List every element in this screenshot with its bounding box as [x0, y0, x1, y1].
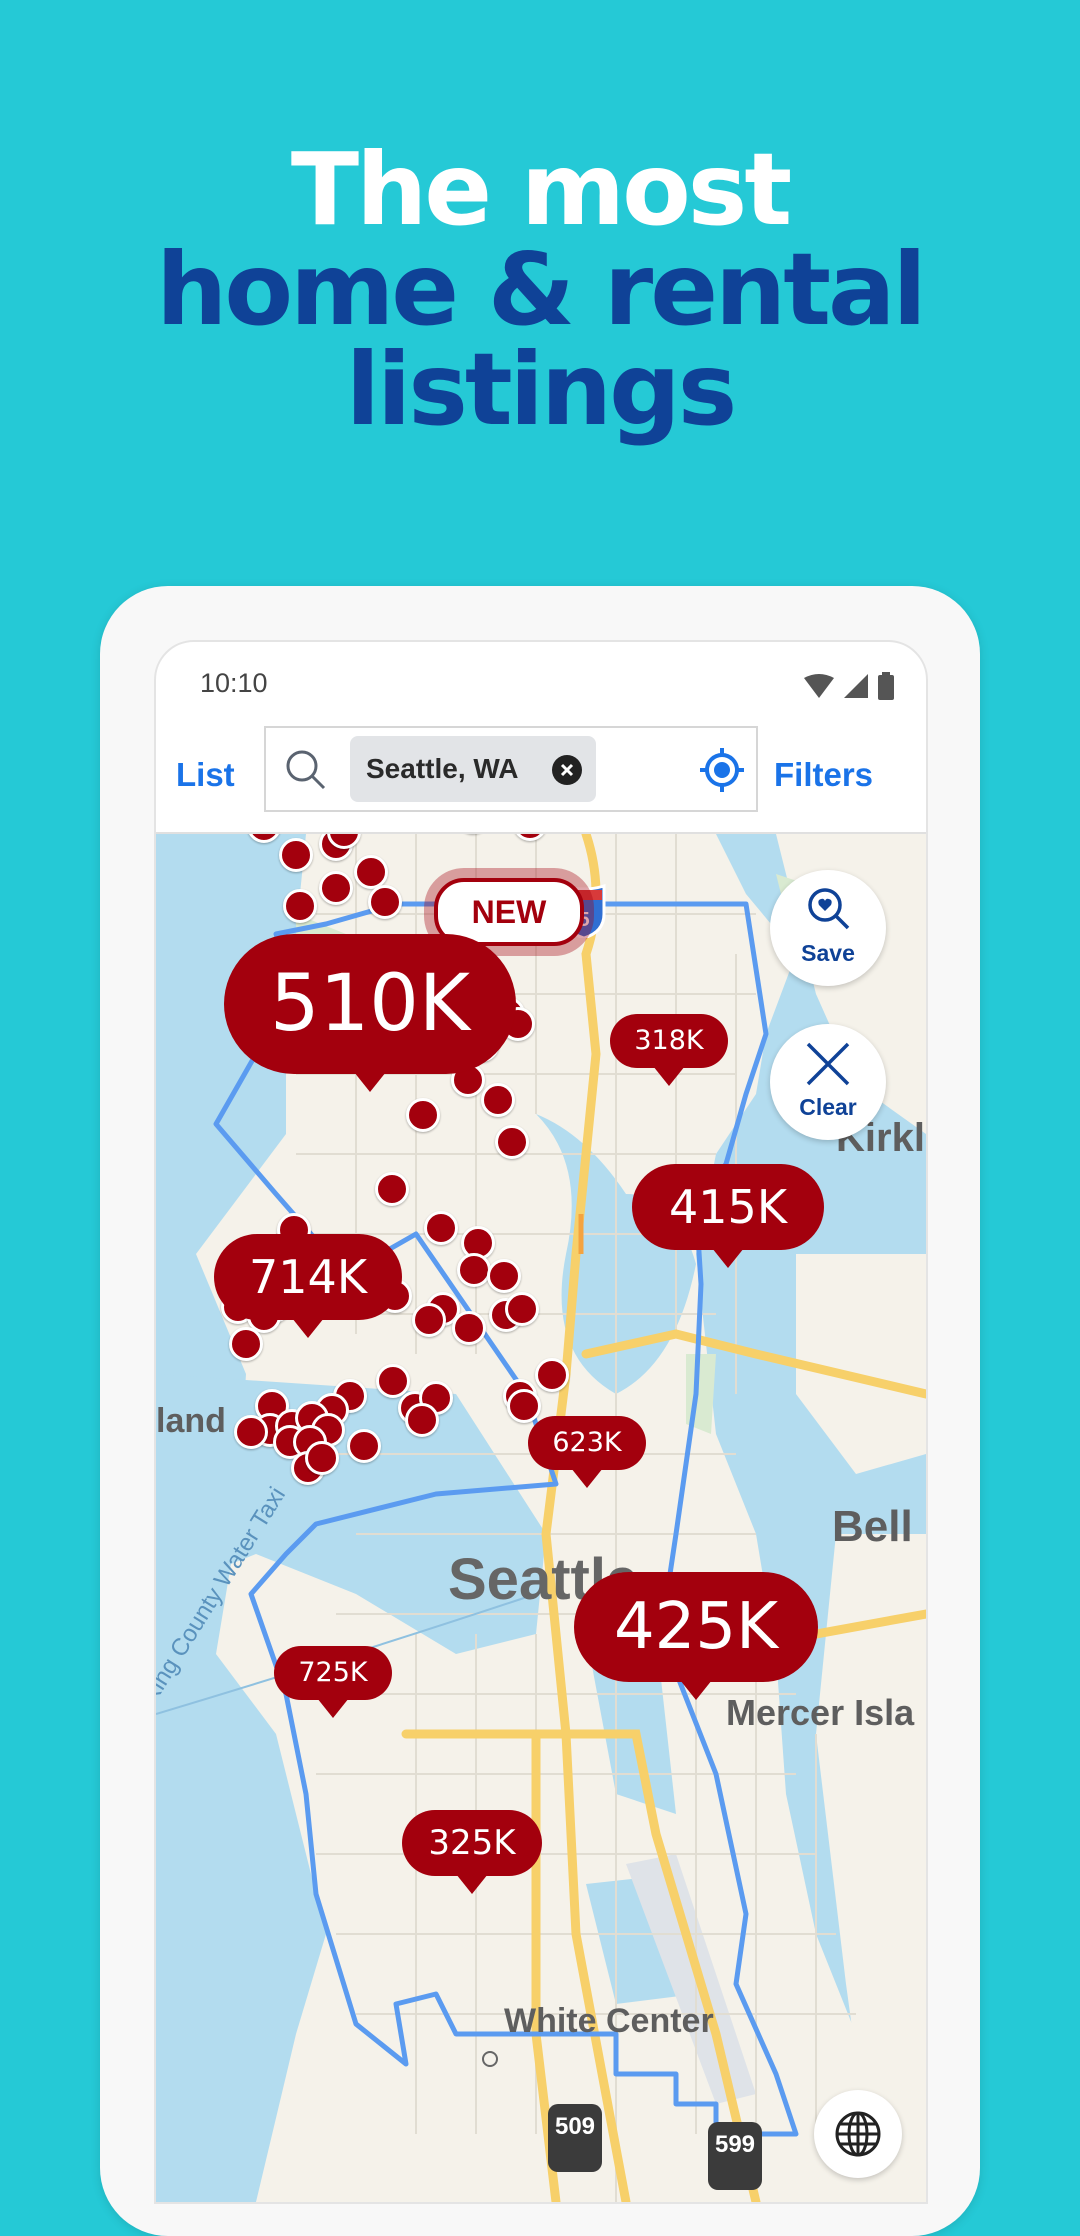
listing-marker[interactable]: [347, 1429, 381, 1463]
clear-chip-icon[interactable]: [552, 755, 582, 785]
map-label-mercer-island: Mercer Isla: [726, 1692, 915, 1733]
listing-marker[interactable]: [375, 1172, 409, 1206]
listing-marker[interactable]: [229, 1327, 263, 1361]
phone-screen: 10:10 List Seattle, WA Filters 5 Seattle…: [154, 640, 928, 2204]
close-icon: [806, 1042, 850, 1086]
clear-label: Clear: [799, 1094, 857, 1120]
battery-icon: [878, 672, 894, 700]
search-icon: [286, 750, 326, 790]
listing-marker[interactable]: [481, 1083, 515, 1117]
listing-marker[interactable]: [368, 885, 402, 919]
listing-marker[interactable]: [283, 889, 317, 923]
listing-marker[interactable]: [234, 1415, 268, 1449]
wifi-icon: [804, 674, 834, 698]
listing-marker[interactable]: [412, 1303, 446, 1337]
route-509-shield: 509: [548, 2104, 602, 2172]
map-label-bellevue: Bell: [832, 1502, 913, 1551]
price-bubble[interactable]: 415K: [632, 1164, 824, 1268]
location-chip[interactable]: Seattle, WA: [350, 736, 596, 802]
listing-marker[interactable]: [406, 1098, 440, 1132]
map-view[interactable]: 5 Seattle White Center Mercer Isla Bell …: [156, 834, 926, 2202]
listing-marker[interactable]: [452, 1311, 486, 1345]
listing-marker[interactable]: [354, 855, 388, 889]
headline-line-3: listings: [345, 331, 737, 448]
price-bubble[interactable]: 425K: [574, 1572, 818, 1700]
map-layers-button[interactable]: [814, 2090, 902, 2178]
save-search-button[interactable]: Save: [770, 870, 886, 986]
listing-marker[interactable]: [424, 1211, 458, 1245]
listing-marker[interactable]: [279, 838, 313, 872]
price-bubble[interactable]: 318K: [610, 1014, 728, 1086]
listing-marker[interactable]: [495, 1125, 529, 1159]
filters-button[interactable]: Filters: [774, 756, 873, 794]
save-search-heart-icon: [808, 888, 850, 930]
search-input[interactable]: Seattle, WA: [264, 726, 758, 812]
my-location-icon[interactable]: [698, 746, 746, 794]
route-599-shield: 599: [708, 2122, 762, 2190]
price-bubble[interactable]: 725K: [274, 1646, 392, 1718]
search-toolbar: List Seattle, WA Filters: [156, 722, 926, 834]
clear-button[interactable]: Clear: [770, 1024, 886, 1140]
status-bar: 10:10: [156, 642, 926, 722]
status-time: 10:10: [200, 668, 268, 698]
cell-signal-icon: [844, 674, 868, 698]
headline-line-1: The most: [290, 131, 792, 248]
listing-marker[interactable]: [507, 1389, 541, 1423]
map-label-island: land: [156, 1402, 226, 1440]
listing-marker[interactable]: [505, 1292, 539, 1326]
save-label: Save: [801, 940, 855, 966]
price-bubble[interactable]: 325K: [402, 1810, 542, 1894]
price-bubble[interactable]: 714K: [214, 1234, 402, 1338]
listing-marker[interactable]: [535, 1358, 569, 1392]
price-bubble[interactable]: 623K: [528, 1416, 646, 1488]
headline-line-2: home & rental: [156, 231, 927, 348]
list-button[interactable]: List: [176, 756, 235, 794]
listing-marker[interactable]: [487, 1259, 521, 1293]
price-bubble[interactable]: 510K: [224, 934, 516, 1092]
map-label-white-center: White Center: [504, 2002, 714, 2040]
listing-marker[interactable]: [319, 871, 353, 905]
listing-marker[interactable]: [457, 1253, 491, 1287]
location-chip-text: Seattle, WA: [366, 753, 519, 784]
listing-marker[interactable]: [305, 1441, 339, 1475]
globe-icon: [835, 2111, 881, 2157]
headline: The most home & rental listings: [0, 140, 1080, 440]
listing-marker[interactable]: [405, 1403, 439, 1437]
